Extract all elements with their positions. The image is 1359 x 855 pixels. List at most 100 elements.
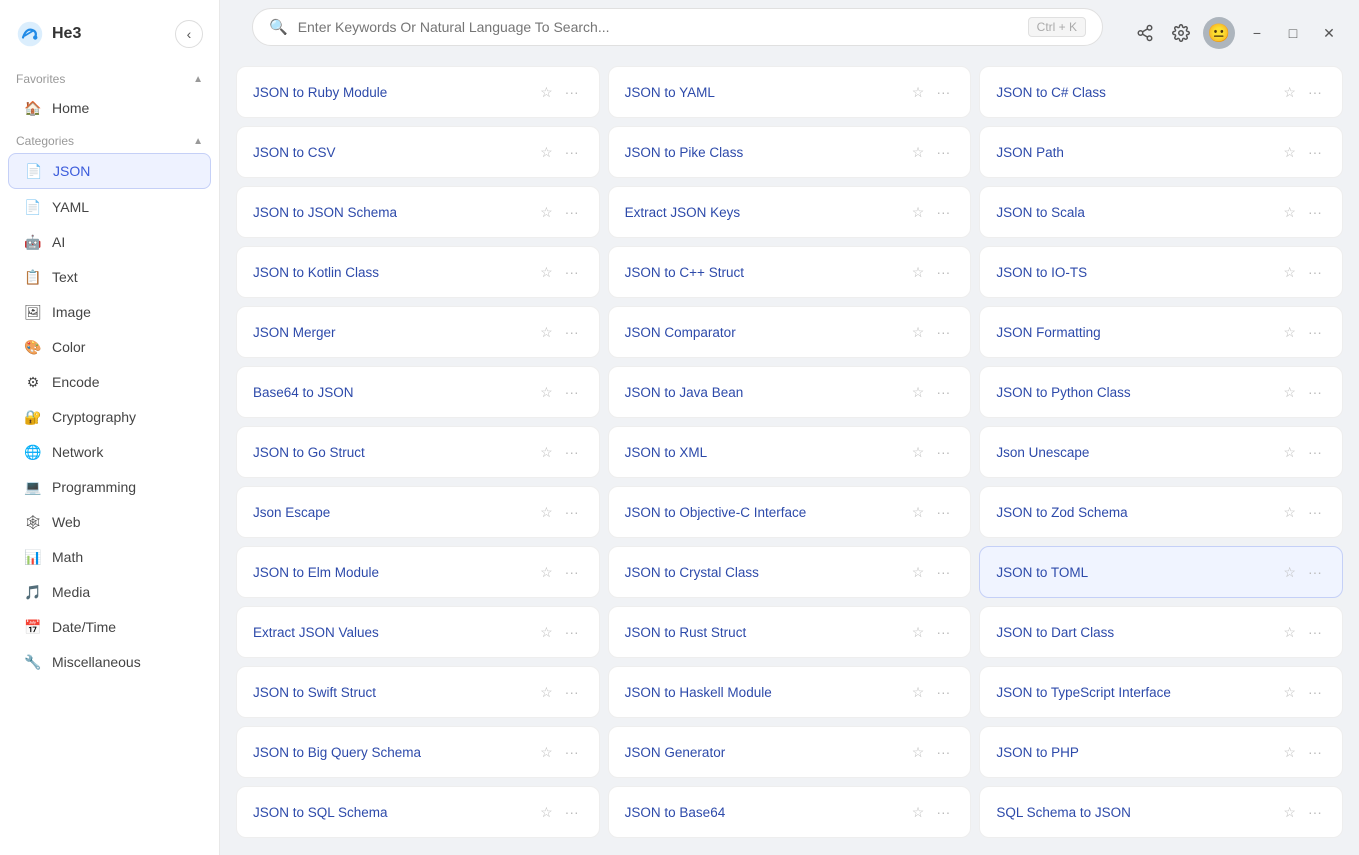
- favorite-button[interactable]: ☆: [910, 802, 927, 823]
- sidebar-item-ai[interactable]: 🤖 AI: [8, 225, 211, 259]
- tool-card[interactable]: JSON to Go Struct ☆ ···: [236, 426, 600, 478]
- favorite-button[interactable]: ☆: [538, 442, 555, 463]
- tool-card[interactable]: JSON to TypeScript Interface ☆ ···: [979, 666, 1343, 718]
- sidebar-item-encode[interactable]: ⚙ Encode: [8, 365, 211, 399]
- favorite-button[interactable]: ☆: [910, 262, 927, 283]
- more-button[interactable]: ···: [561, 262, 583, 282]
- more-button[interactable]: ···: [1304, 202, 1326, 222]
- sidebar-item-text[interactable]: 📋 Text: [8, 260, 211, 294]
- more-button[interactable]: ···: [561, 142, 583, 162]
- more-button[interactable]: ···: [932, 382, 954, 402]
- more-button[interactable]: ···: [1304, 82, 1326, 102]
- favorite-button[interactable]: ☆: [910, 322, 927, 343]
- more-button[interactable]: ···: [932, 682, 954, 702]
- favorite-button[interactable]: ☆: [1281, 742, 1298, 763]
- tool-card[interactable]: JSON Comparator ☆ ···: [608, 306, 972, 358]
- tool-card[interactable]: Json Escape ☆ ···: [236, 486, 600, 538]
- tool-card[interactable]: JSON to C++ Struct ☆ ···: [608, 246, 972, 298]
- tool-card[interactable]: JSON to Pike Class ☆ ···: [608, 126, 972, 178]
- favorite-button[interactable]: ☆: [1281, 322, 1298, 343]
- sidebar-item-home[interactable]: 🏠 Home: [8, 91, 211, 125]
- favorite-button[interactable]: ☆: [910, 682, 927, 703]
- favorite-button[interactable]: ☆: [538, 742, 555, 763]
- favorite-button[interactable]: ☆: [1281, 562, 1298, 583]
- favorite-button[interactable]: ☆: [538, 382, 555, 403]
- more-button[interactable]: ···: [561, 622, 583, 642]
- favorite-button[interactable]: ☆: [538, 322, 555, 343]
- favorite-button[interactable]: ☆: [910, 502, 927, 523]
- sidebar-item-programming[interactable]: 💻 Programming: [8, 470, 211, 504]
- tool-card[interactable]: JSON to YAML ☆ ···: [608, 66, 972, 118]
- favorite-button[interactable]: ☆: [910, 142, 927, 163]
- favorite-button[interactable]: ☆: [1281, 82, 1298, 103]
- sidebar-item-web[interactable]: 🕸 Web: [8, 505, 211, 539]
- tool-card[interactable]: JSON to Scala ☆ ···: [979, 186, 1343, 238]
- favorite-button[interactable]: ☆: [1281, 682, 1298, 703]
- tool-card[interactable]: JSON Formatting ☆ ···: [979, 306, 1343, 358]
- favorite-button[interactable]: ☆: [910, 742, 927, 763]
- more-button[interactable]: ···: [1304, 622, 1326, 642]
- favorite-button[interactable]: ☆: [1281, 802, 1298, 823]
- favorite-button[interactable]: ☆: [538, 502, 555, 523]
- close-button[interactable]: ✕: [1315, 19, 1343, 47]
- sidebar-item-cryptography[interactable]: 🔐 Cryptography: [8, 400, 211, 434]
- share-button[interactable]: [1131, 19, 1159, 47]
- favorite-button[interactable]: ☆: [910, 442, 927, 463]
- settings-button[interactable]: [1167, 19, 1195, 47]
- sidebar-item-misc[interactable]: 🔧 Miscellaneous: [8, 645, 211, 679]
- more-button[interactable]: ···: [1304, 442, 1326, 462]
- more-button[interactable]: ···: [932, 202, 954, 222]
- more-button[interactable]: ···: [561, 322, 583, 342]
- tool-card[interactable]: JSON to Elm Module ☆ ···: [236, 546, 600, 598]
- more-button[interactable]: ···: [561, 742, 583, 762]
- tool-card[interactable]: JSON to Crystal Class ☆ ···: [608, 546, 972, 598]
- favorite-button[interactable]: ☆: [910, 202, 927, 223]
- favorite-button[interactable]: ☆: [1281, 622, 1298, 643]
- tool-card[interactable]: JSON Merger ☆ ···: [236, 306, 600, 358]
- tool-card[interactable]: JSON to Kotlin Class ☆ ···: [236, 246, 600, 298]
- more-button[interactable]: ···: [561, 802, 583, 822]
- sidebar-item-network[interactable]: 🌐 Network: [8, 435, 211, 469]
- more-button[interactable]: ···: [561, 82, 583, 102]
- favorite-button[interactable]: ☆: [538, 622, 555, 643]
- more-button[interactable]: ···: [932, 142, 954, 162]
- more-button[interactable]: ···: [561, 562, 583, 582]
- favorite-button[interactable]: ☆: [1281, 202, 1298, 223]
- tool-card[interactable]: JSON to C# Class ☆ ···: [979, 66, 1343, 118]
- more-button[interactable]: ···: [561, 442, 583, 462]
- tool-card[interactable]: JSON to TOML ☆ ···: [979, 546, 1343, 598]
- more-button[interactable]: ···: [1304, 562, 1326, 582]
- tool-card[interactable]: JSON to Haskell Module ☆ ···: [608, 666, 972, 718]
- favorite-button[interactable]: ☆: [1281, 442, 1298, 463]
- avatar[interactable]: 😐: [1203, 17, 1235, 49]
- tool-card[interactable]: JSON to Zod Schema ☆ ···: [979, 486, 1343, 538]
- sidebar-item-yaml[interactable]: 📄 YAML: [8, 190, 211, 224]
- more-button[interactable]: ···: [1304, 142, 1326, 162]
- more-button[interactable]: ···: [1304, 382, 1326, 402]
- more-button[interactable]: ···: [1304, 262, 1326, 282]
- more-button[interactable]: ···: [932, 262, 954, 282]
- sidebar-item-color[interactable]: 🎨 Color: [8, 330, 211, 364]
- tool-card[interactable]: JSON Generator ☆ ···: [608, 726, 972, 778]
- tool-card[interactable]: Extract JSON Keys ☆ ···: [608, 186, 972, 238]
- tool-card[interactable]: JSON Path ☆ ···: [979, 126, 1343, 178]
- more-button[interactable]: ···: [561, 382, 583, 402]
- favorite-button[interactable]: ☆: [1281, 142, 1298, 163]
- favorite-button[interactable]: ☆: [910, 82, 927, 103]
- search-input[interactable]: [298, 19, 1018, 35]
- favorite-button[interactable]: ☆: [1281, 382, 1298, 403]
- tool-card[interactable]: JSON to Objective-C Interface ☆ ···: [608, 486, 972, 538]
- sidebar-item-media[interactable]: 🎵 Media: [8, 575, 211, 609]
- favorite-button[interactable]: ☆: [538, 262, 555, 283]
- more-button[interactable]: ···: [932, 802, 954, 822]
- favorites-chevron-icon[interactable]: ▲: [193, 74, 203, 85]
- minimize-button[interactable]: −: [1243, 19, 1271, 47]
- tool-card[interactable]: JSON to Ruby Module ☆ ···: [236, 66, 600, 118]
- more-button[interactable]: ···: [932, 502, 954, 522]
- tool-card[interactable]: JSON to Swift Struct ☆ ···: [236, 666, 600, 718]
- back-button[interactable]: ‹: [175, 20, 203, 48]
- categories-chevron-icon[interactable]: ▲: [193, 136, 203, 147]
- sidebar-item-json[interactable]: 📄 JSON: [8, 153, 211, 189]
- sidebar-item-image[interactable]: 🖼 Image: [8, 295, 211, 329]
- tool-card[interactable]: JSON to PHP ☆ ···: [979, 726, 1343, 778]
